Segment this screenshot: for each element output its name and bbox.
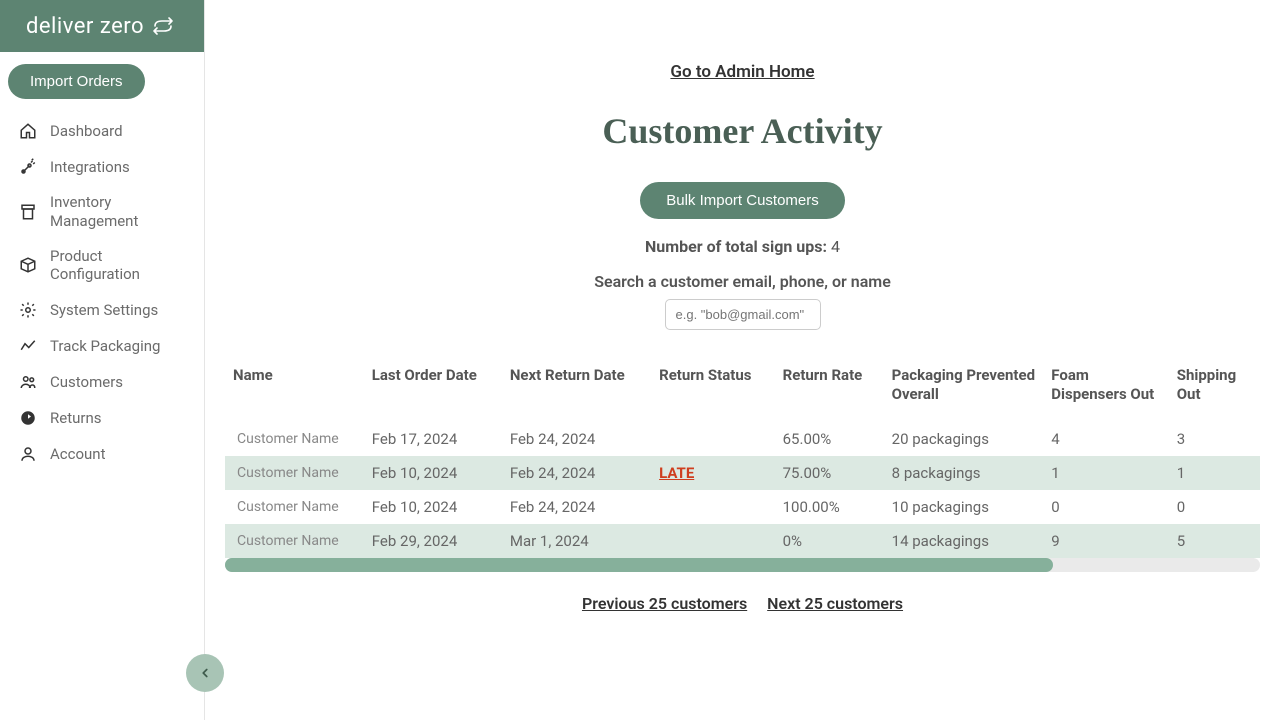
- track-icon: [18, 336, 38, 356]
- cell-last-order: Feb 17, 2024: [364, 422, 502, 456]
- cell-foam: 1: [1043, 456, 1168, 490]
- bulk-import-button[interactable]: Bulk Import Customers: [640, 182, 845, 219]
- sidebar-item-label: Track Packaging: [50, 337, 160, 356]
- late-badge: LATE: [659, 464, 694, 482]
- col-packaging[interactable]: Packaging Prevented Overall: [884, 356, 1044, 422]
- customers-icon: [18, 372, 38, 392]
- sidebar-item-track-packaging[interactable]: Track Packaging: [14, 328, 194, 364]
- col-last-order[interactable]: Last Order Date: [364, 356, 502, 422]
- chevron-left-icon: [198, 666, 212, 680]
- col-shipping[interactable]: Shipping Out: [1169, 356, 1260, 422]
- sidebar-item-integrations[interactable]: Integrations: [14, 149, 194, 185]
- inventory-icon: [18, 202, 38, 222]
- collapse-sidebar-button[interactable]: [186, 654, 224, 692]
- sidebar-item-label: System Settings: [50, 301, 158, 320]
- main-content: Go to Admin Home Customer Activity Bulk …: [205, 0, 1280, 720]
- cell-last-order: Feb 10, 2024: [364, 456, 502, 490]
- sidebar-item-dashboard[interactable]: Dashboard: [14, 113, 194, 149]
- brand-name: deliver zero: [26, 14, 144, 39]
- import-orders-button[interactable]: Import Orders: [8, 64, 145, 99]
- returns-icon: [18, 408, 38, 428]
- cell-name: Customer Name: [225, 456, 364, 490]
- col-name[interactable]: Name: [225, 356, 364, 422]
- brand-logo: deliver zero: [0, 0, 204, 52]
- nav: Dashboard Integrations Inventory Managem…: [0, 109, 204, 472]
- next-page-link[interactable]: Next 25 customers: [767, 594, 903, 613]
- search-input[interactable]: [665, 299, 821, 330]
- customers-table-wrap: Name Last Order Date Next Return Date Re…: [225, 356, 1260, 558]
- cell-next-return: Mar 1, 2024: [502, 524, 651, 558]
- prev-page-link[interactable]: Previous 25 customers: [582, 594, 747, 613]
- cell-name: Customer Name: [225, 524, 364, 558]
- col-return-rate[interactable]: Return Rate: [775, 356, 884, 422]
- account-icon: [18, 444, 38, 464]
- search-label: Search a customer email, phone, or name: [205, 272, 1280, 291]
- sidebar-item-label: Returns: [50, 409, 101, 428]
- sidebar-item-returns[interactable]: Returns: [14, 400, 194, 436]
- sidebar-item-account[interactable]: Account: [14, 436, 194, 472]
- cell-rate: 100.00%: [775, 490, 884, 524]
- cell-shipping: 1: [1169, 456, 1260, 490]
- customers-table: Name Last Order Date Next Return Date Re…: [225, 356, 1260, 558]
- cell-packaging: 8 packagings: [884, 456, 1044, 490]
- table-row[interactable]: Customer NameFeb 10, 2024Feb 24, 2024 LAT…: [225, 456, 1260, 490]
- cell-shipping: 5: [1169, 524, 1260, 558]
- horizontal-scrollbar[interactable]: [225, 558, 1260, 572]
- cell-packaging: 20 packagings: [884, 422, 1044, 456]
- sidebar-item-system-settings[interactable]: System Settings: [14, 292, 194, 328]
- cell-rate: 65.00%: [775, 422, 884, 456]
- signups-value: 4: [831, 237, 840, 256]
- cell-shipping: 0: [1169, 490, 1260, 524]
- pagination: Previous 25 customers Next 25 customers: [205, 594, 1280, 613]
- table-row[interactable]: Customer NameFeb 10, 2024Feb 24, 2024 100…: [225, 490, 1260, 524]
- cell-packaging: 10 packagings: [884, 490, 1044, 524]
- sidebar-item-product-config[interactable]: Product Configuration: [14, 239, 194, 293]
- settings-icon: [18, 300, 38, 320]
- cell-next-return: Feb 24, 2024: [502, 490, 651, 524]
- cell-next-return: Feb 24, 2024: [502, 456, 651, 490]
- sidebar-item-label: Dashboard: [50, 122, 123, 141]
- cell-status: LATE: [651, 456, 775, 490]
- signups-count: Number of total sign ups: 4: [205, 237, 1280, 256]
- home-icon: [18, 121, 38, 141]
- cell-status: [651, 524, 775, 558]
- integrations-icon: [18, 157, 38, 177]
- sidebar-item-label: Product Configuration: [50, 247, 190, 285]
- sidebar-item-label: Account: [50, 445, 106, 464]
- recycle-icon: [148, 15, 178, 37]
- scrollbar-thumb[interactable]: [225, 558, 1053, 572]
- col-return-status[interactable]: Return Status: [651, 356, 775, 422]
- sidebar-item-label: Inventory Management: [50, 193, 190, 231]
- sidebar: deliver zero Import Orders Dashboard Int…: [0, 0, 205, 720]
- sidebar-item-label: Integrations: [50, 158, 130, 177]
- cell-foam: 0: [1043, 490, 1168, 524]
- cell-shipping: 3: [1169, 422, 1260, 456]
- admin-home-link[interactable]: Go to Admin Home: [205, 62, 1280, 82]
- table-row[interactable]: Customer NameFeb 17, 2024Feb 24, 2024 65.…: [225, 422, 1260, 456]
- cell-foam: 9: [1043, 524, 1168, 558]
- cell-rate: 0%: [775, 524, 884, 558]
- sidebar-item-inventory[interactable]: Inventory Management: [14, 185, 194, 239]
- cell-rate: 75.00%: [775, 456, 884, 490]
- product-icon: [18, 255, 38, 275]
- cell-status: [651, 422, 775, 456]
- cell-status: [651, 490, 775, 524]
- sidebar-item-customers[interactable]: Customers: [14, 364, 194, 400]
- signups-label: Number of total sign ups:: [645, 237, 827, 256]
- cell-next-return: Feb 24, 2024: [502, 422, 651, 456]
- cell-packaging: 14 packagings: [884, 524, 1044, 558]
- page-title: Customer Activity: [205, 110, 1280, 152]
- cell-name: Customer Name: [225, 490, 364, 524]
- cell-name: Customer Name: [225, 422, 364, 456]
- table-row[interactable]: Customer NameFeb 29, 2024Mar 1, 2024 0%14…: [225, 524, 1260, 558]
- col-next-return[interactable]: Next Return Date: [502, 356, 651, 422]
- cell-last-order: Feb 29, 2024: [364, 524, 502, 558]
- cell-foam: 4: [1043, 422, 1168, 456]
- cell-last-order: Feb 10, 2024: [364, 490, 502, 524]
- sidebar-item-label: Customers: [50, 373, 123, 392]
- col-foam[interactable]: Foam Dispensers Out: [1043, 356, 1168, 422]
